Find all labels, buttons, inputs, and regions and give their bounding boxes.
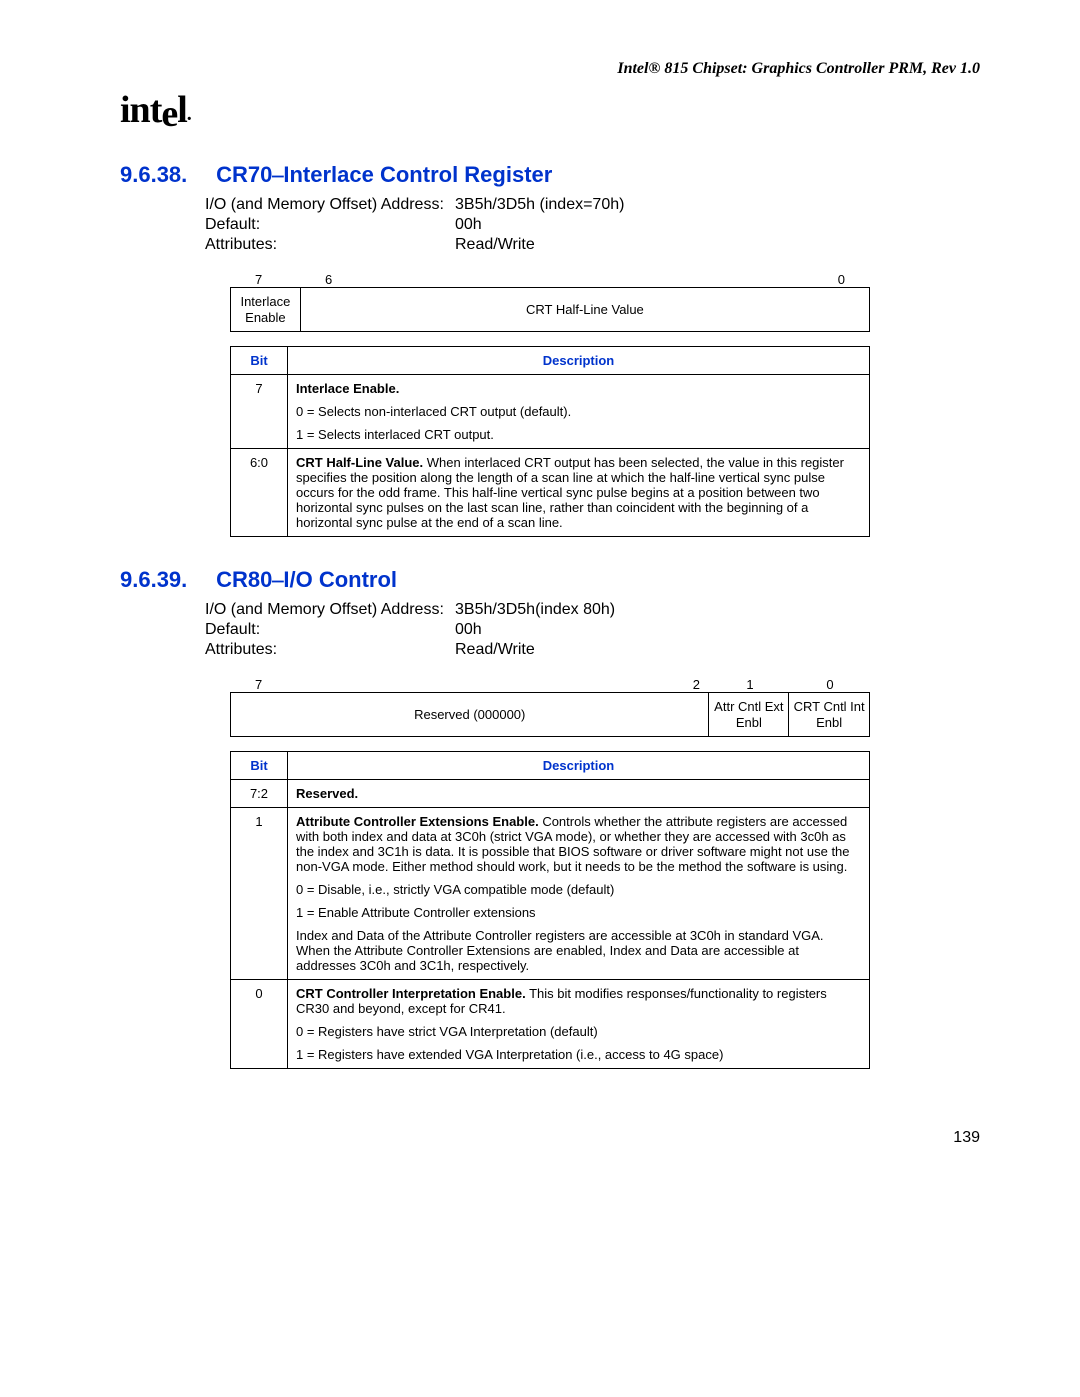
desc-cell: CRT Controller Interpretation Enable. Th… bbox=[288, 980, 870, 1069]
bit-cell: 0 bbox=[231, 980, 288, 1069]
intel-logo: intel. bbox=[120, 88, 980, 132]
attr-value: Read/Write bbox=[455, 236, 980, 254]
section-title: CR80⎯I/O Control bbox=[216, 567, 397, 592]
bit-field: CRT Half-Line Value bbox=[301, 288, 869, 331]
attr-value: Read/Write bbox=[455, 641, 980, 659]
table-row: 0 CRT Controller Interpretation Enable. … bbox=[231, 980, 870, 1069]
bit-num: 0 bbox=[790, 677, 870, 692]
register-info-2: I/O (and Memory Offset) Address: 3B5h/3D… bbox=[205, 601, 980, 659]
section-number: 9.6.39. bbox=[120, 567, 210, 593]
bit-num: 7 bbox=[230, 272, 325, 287]
table-row: 7:2 Reserved. bbox=[231, 780, 870, 808]
bit-field: Attr Cntl Ext Enbl bbox=[709, 693, 789, 736]
bit-field: Reserved (000000) bbox=[231, 693, 709, 736]
default-value: 00h bbox=[455, 216, 980, 234]
bit-cell: 1 bbox=[231, 808, 288, 980]
table-row: 6:0 CRT Half-Line Value. When interlaced… bbox=[231, 449, 870, 537]
bit-num: 1 bbox=[710, 677, 790, 692]
addr-value: 3B5h/3D5h(index 80h) bbox=[455, 601, 980, 619]
bit-cell: 7 bbox=[231, 375, 288, 449]
th-desc: Description bbox=[288, 347, 870, 375]
bit-num: 0 bbox=[355, 272, 870, 287]
default-label: Default: bbox=[205, 621, 455, 639]
bit-cell: 7:2 bbox=[231, 780, 288, 808]
bit-field: Interlace Enable bbox=[231, 288, 301, 331]
section-heading-2: 9.6.39. CR80⎯I/O Control bbox=[120, 567, 980, 593]
doc-header: Intel® 815 Chipset: Graphics Controller … bbox=[120, 60, 980, 78]
bit-diagram-1: 7 6 0 Interlace Enable CRT Half-Line Val… bbox=[230, 272, 870, 332]
bit-field: CRT Cntl Int Enbl bbox=[789, 693, 869, 736]
th-bit: Bit bbox=[231, 752, 288, 780]
attr-label: Attributes: bbox=[205, 641, 455, 659]
section-heading-1: 9.6.38. CR70⎯Interlace Control Register bbox=[120, 162, 980, 188]
register-info-1: I/O (and Memory Offset) Address: 3B5h/3D… bbox=[205, 196, 980, 254]
bit-diagram-2: 7 2 1 0 Reserved (000000) Attr Cntl Ext … bbox=[230, 677, 870, 737]
desc-cell: Interlace Enable. 0 = Selects non-interl… bbox=[288, 375, 870, 449]
desc-cell: CRT Half-Line Value. When interlaced CRT… bbox=[288, 449, 870, 537]
addr-label: I/O (and Memory Offset) Address: bbox=[205, 601, 455, 619]
addr-value: 3B5h/3D5h (index=70h) bbox=[455, 196, 980, 214]
document-page: Intel® 815 Chipset: Graphics Controller … bbox=[0, 0, 1080, 1187]
bit-num: 7 2 bbox=[230, 677, 710, 692]
bit-num: 6 bbox=[325, 272, 355, 287]
bit-cell: 6:0 bbox=[231, 449, 288, 537]
desc-cell: Reserved. bbox=[288, 780, 870, 808]
default-label: Default: bbox=[205, 216, 455, 234]
page-number: 139 bbox=[120, 1129, 980, 1147]
desc-table-2: Bit Description 7:2 Reserved. 1 Attribut… bbox=[230, 751, 870, 1069]
th-desc: Description bbox=[288, 752, 870, 780]
section-number: 9.6.38. bbox=[120, 162, 210, 188]
th-bit: Bit bbox=[231, 347, 288, 375]
addr-label: I/O (and Memory Offset) Address: bbox=[205, 196, 455, 214]
table-row: 1 Attribute Controller Extensions Enable… bbox=[231, 808, 870, 980]
default-value: 00h bbox=[455, 621, 980, 639]
desc-cell: Attribute Controller Extensions Enable. … bbox=[288, 808, 870, 980]
table-row: 7 Interlace Enable. 0 = Selects non-inte… bbox=[231, 375, 870, 449]
section-title: CR70⎯Interlace Control Register bbox=[216, 162, 552, 187]
desc-table-1: Bit Description 7 Interlace Enable. 0 = … bbox=[230, 346, 870, 537]
attr-label: Attributes: bbox=[205, 236, 455, 254]
